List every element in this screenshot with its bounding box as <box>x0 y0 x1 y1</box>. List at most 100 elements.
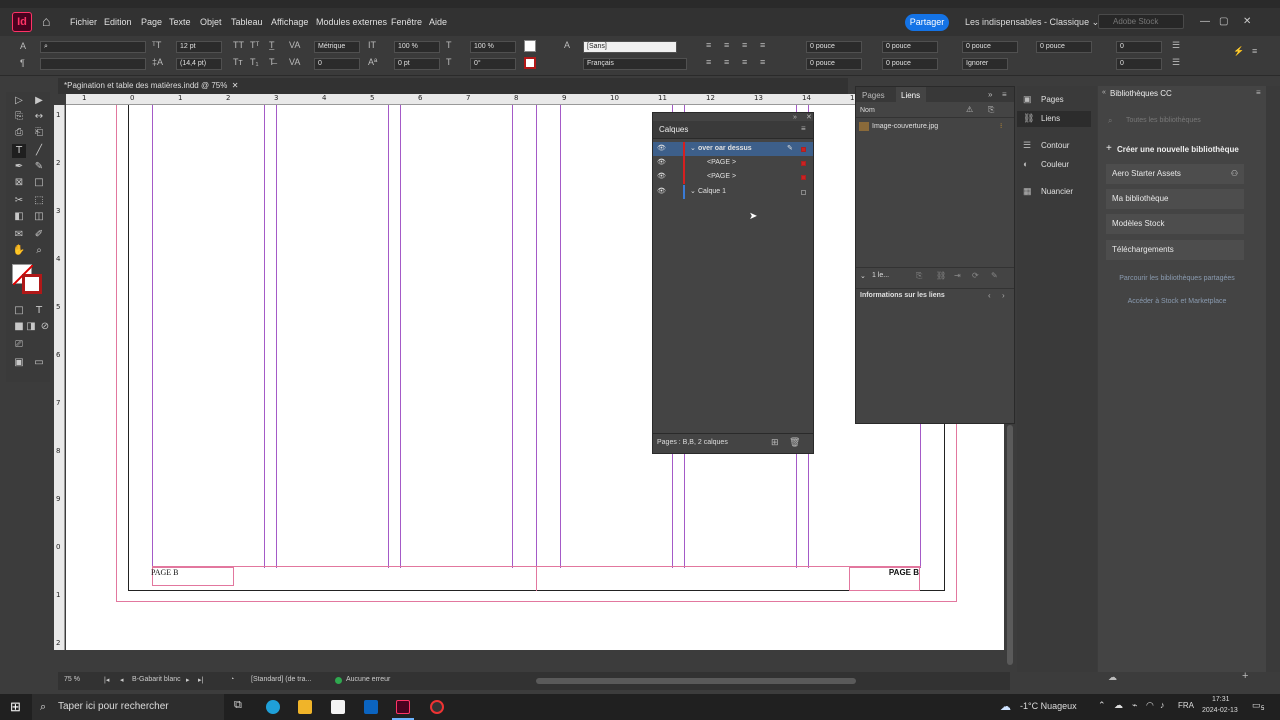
baseline-shift-field[interactable]: 0 pt <box>394 58 440 70</box>
collapse-icon[interactable]: « <box>1102 89 1106 96</box>
rectangle-tool-icon[interactable]: □ <box>32 176 46 190</box>
relink-icon[interactable]: ⛓ <box>936 271 946 280</box>
layer-selection-square[interactable] <box>801 147 806 152</box>
leading-field[interactable]: (14,4 pt) <box>176 58 222 70</box>
align-center-icon[interactable]: ≡ <box>724 40 729 50</box>
warning-icon[interactable]: ⚠ <box>966 105 973 114</box>
previous-link-icon[interactable]: ‹ <box>988 291 991 300</box>
first-line-indent-field[interactable]: 0 pouce <box>806 58 862 70</box>
close-panel-icon[interactable]: ✕ <box>806 113 812 121</box>
content-collector-icon[interactable]: ⎙ <box>12 126 26 140</box>
fill-swatch-icon[interactable] <box>524 40 536 52</box>
formatting-text-icon[interactable]: T <box>32 304 46 318</box>
workspace-switcher[interactable]: Les indispensables - Classique ⌄ <box>965 17 1099 28</box>
layers-panel-title[interactable]: Calques <box>659 125 688 134</box>
maximize-icon[interactable]: ▢ <box>1219 16 1228 27</box>
stroke-swatch-icon[interactable] <box>524 57 536 69</box>
clock-time[interactable]: 17:31 <box>1212 696 1230 703</box>
justify-right-icon[interactable]: ≡ <box>742 57 747 67</box>
input-language[interactable]: FRA <box>1178 701 1194 710</box>
menu-page[interactable]: Page <box>141 17 162 27</box>
edit-original-icon[interactable]: ✎ <box>991 271 998 280</box>
gradient-feather-tool-icon[interactable]: ◫ <box>32 210 46 224</box>
right-indent-field[interactable]: 0 pouce <box>882 41 938 53</box>
minimize-icon[interactable]: — <box>1200 16 1210 27</box>
store-icon[interactable] <box>331 700 345 714</box>
preflight-profile-icon[interactable]: ◔ <box>230 676 234 683</box>
page-tool-icon[interactable]: ⎘ <box>12 110 26 124</box>
scroll-thumb[interactable] <box>1007 425 1013 665</box>
justify-left-icon[interactable]: ≡ <box>706 57 711 67</box>
pencil-tool-icon[interactable]: ✎ <box>32 160 46 174</box>
new-layer-icon[interactable]: ⊞ <box>771 437 779 448</box>
line-tool-icon[interactable]: ╱ <box>32 144 46 158</box>
grid-align-field[interactable]: Ignorer <box>962 58 1008 70</box>
tab-pages[interactable]: Pages <box>862 91 885 100</box>
horizontal-scroll-thumb[interactable] <box>536 678 856 684</box>
collapse-panel-icon[interactable]: » <box>988 90 992 99</box>
align-left-icon[interactable]: ≡ <box>706 40 711 50</box>
layer-selection-square[interactable] <box>801 190 806 195</box>
column-name[interactable]: Nom <box>860 107 875 114</box>
menu-texte[interactable]: Texte <box>169 17 191 27</box>
tray-chevron-icon[interactable]: ⌃ <box>1098 700 1106 711</box>
home-icon[interactable]: ⌂ <box>42 13 58 29</box>
next-page-icon[interactable]: ▸ <box>186 676 190 684</box>
tab-liens[interactable]: Liens <box>901 91 920 100</box>
quick-apply-icon[interactable]: ⚡ <box>1233 46 1244 57</box>
superscript-icon[interactable]: Tᵀ <box>250 40 259 50</box>
character-style-field[interactable]: [Sans] <box>583 41 677 53</box>
expand-icon[interactable]: ⌄ <box>690 187 696 195</box>
first-page-icon[interactable]: |◂ <box>104 676 109 684</box>
volume-icon[interactable]: ♪ <box>1160 700 1165 710</box>
indesign-taskbar-icon[interactable] <box>396 700 410 714</box>
app-icon[interactable] <box>430 700 444 714</box>
eye-icon[interactable]: 👁 <box>657 172 666 180</box>
side-panel-liens[interactable]: ⛓ Liens <box>1017 111 1091 127</box>
eyedropper-tool-icon[interactable]: ✐ <box>32 228 46 242</box>
last-page-icon[interactable]: ▸| <box>198 676 203 684</box>
side-panel-contour[interactable]: ☰ Contour <box>1017 138 1095 154</box>
next-link-icon[interactable]: › <box>1002 291 1005 300</box>
previous-page-icon[interactable]: ◂ <box>120 676 124 684</box>
network-icon[interactable]: ⌁ <box>1132 700 1137 711</box>
go-to-link-icon[interactable]: ⇥ <box>954 271 961 280</box>
zoom-tool-icon[interactable]: ⌕ <box>32 244 46 258</box>
task-view-icon[interactable]: ⧉ <box>234 699 242 712</box>
close-tab-icon[interactable]: ✕ <box>232 81 239 90</box>
layer-selection-square[interactable] <box>801 161 806 166</box>
clock-date[interactable]: 2024-02-13 <box>1202 707 1238 714</box>
zoom-level[interactable]: 75 % <box>64 676 80 683</box>
layer-row[interactable]: 👁 <PAGE > <box>653 156 813 170</box>
underline-icon[interactable]: T̲ <box>269 40 275 50</box>
apply-gradient-icon[interactable]: ◨ <box>24 320 38 334</box>
taskbar-search[interactable]: ⌕ Taper ici pour rechercher <box>32 694 224 720</box>
layer-name[interactable]: over oar dessus <box>698 145 752 152</box>
horizontal-scale-field[interactable]: 100 % <box>470 41 516 53</box>
create-library-button[interactable]: + Créer une nouvelle bibliothèque <box>1106 143 1256 157</box>
all-caps-icon[interactable]: TT <box>233 40 244 50</box>
skew-field[interactable]: 0° <box>470 58 516 70</box>
preflight-status[interactable]: Aucune erreur <box>346 676 390 683</box>
apply-none-icon[interactable]: ⊘ <box>38 320 52 334</box>
strikethrough-icon[interactable]: T̶ <box>269 57 275 67</box>
layer-name[interactable]: <PAGE > <box>707 173 736 180</box>
layer-name[interactable]: <PAGE > <box>707 159 736 166</box>
side-panel-couleur[interactable]: ◐ Couleur <box>1017 157 1095 173</box>
relink-cc-icon[interactable]: ⎘ <box>916 271 922 281</box>
layer-selection-square[interactable] <box>801 175 806 180</box>
menu-aide[interactable]: Aide <box>429 17 447 27</box>
page-selector[interactable]: B-Gabarit blanc <box>132 676 181 683</box>
justify-icon[interactable]: ≡ <box>760 40 765 50</box>
screen-mode-icon[interactable]: ▣ <box>12 356 26 370</box>
link-filename[interactable]: Image-couverture.jpg <box>872 123 938 130</box>
hand-tool-icon[interactable]: ✋ <box>12 244 26 258</box>
drop-cap-chars-field[interactable]: 0 <box>1116 58 1162 70</box>
add-icon[interactable]: + <box>1242 670 1248 682</box>
link-row[interactable]: Image-couverture.jpg ⁝ <box>856 121 1014 133</box>
expand-icon[interactable]: ⌄ <box>860 272 866 280</box>
menu-tableau[interactable]: Tableau <box>231 17 263 27</box>
link-info-label[interactable]: Informations sur les liens <box>860 292 945 299</box>
pen-tool-icon[interactable]: ✒ <box>12 160 26 174</box>
library-item[interactable]: Ma bibliothèque <box>1106 189 1244 209</box>
